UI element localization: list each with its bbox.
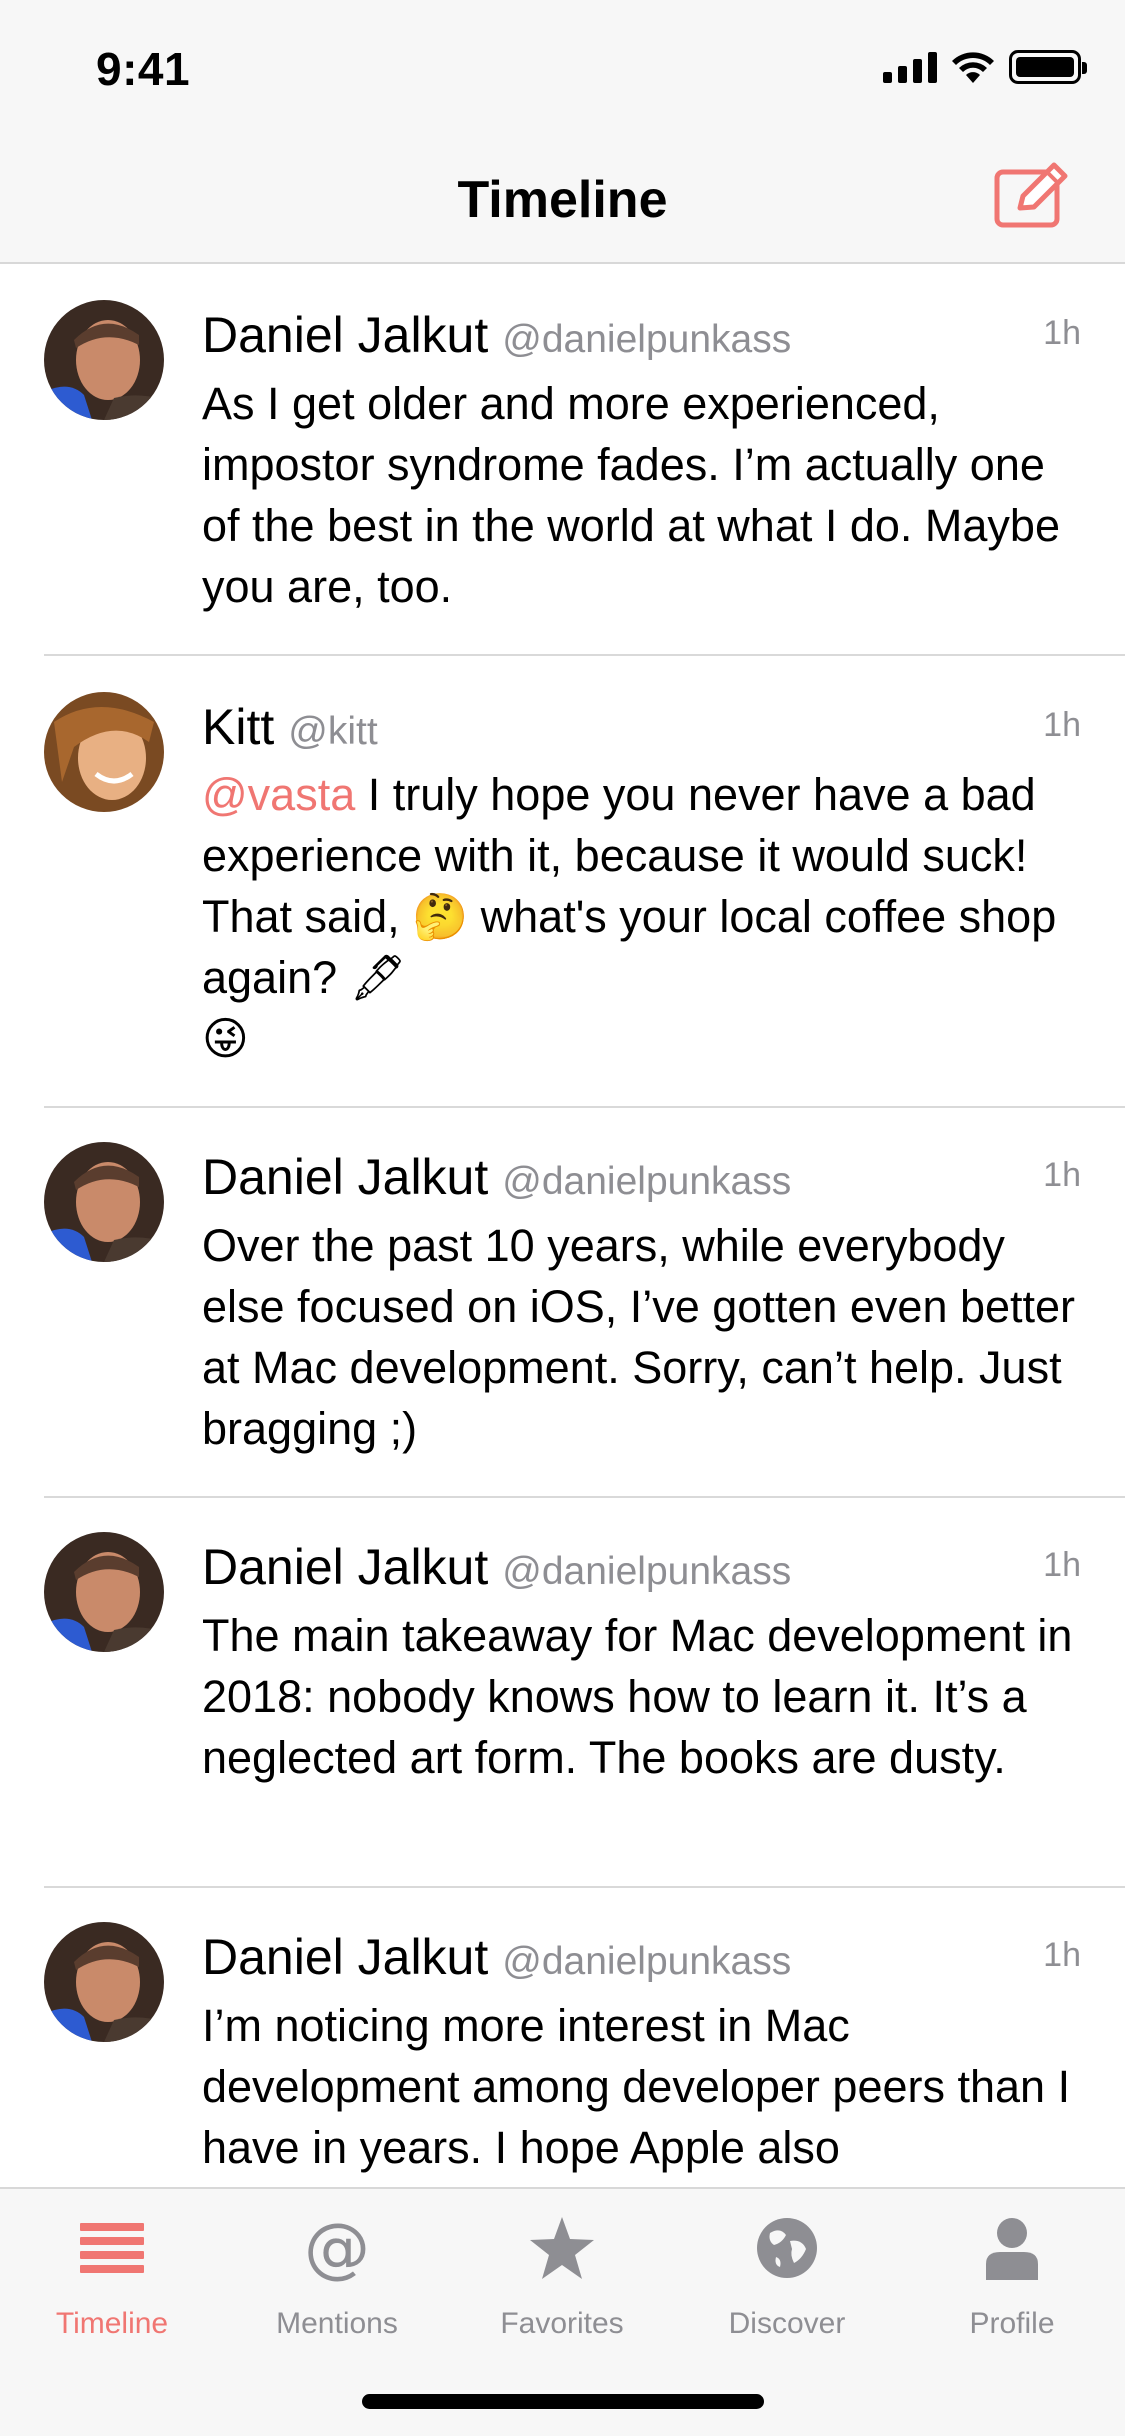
cellular-signal-icon <box>883 51 937 83</box>
status-time: 9:41 <box>96 43 191 95</box>
winking-tongue-emoji: 😜 <box>202 1013 249 1064</box>
wifi-icon <box>952 52 994 83</box>
author-name[interactable]: Daniel Jalkut <box>202 1538 488 1596</box>
tab-label: Timeline <box>55 2307 169 2340</box>
author-name[interactable]: Kitt <box>202 698 274 756</box>
post-time: 1h <box>1043 1546 1081 1584</box>
tab-profile[interactable]: Profile <box>912 2213 1112 2341</box>
fountain-pen-emoji: 🖋 <box>349 952 407 1003</box>
status-icons <box>883 50 1087 84</box>
author-handle[interactable]: @danielpunkass <box>502 1550 791 1594</box>
person-icon <box>977 2213 1047 2283</box>
tab-mentions[interactable]: @ Mentions <box>237 2213 437 2341</box>
home-indicator[interactable] <box>362 2394 764 2409</box>
star-icon <box>527 2213 597 2283</box>
globe-icon <box>752 2213 822 2283</box>
avatar[interactable] <box>44 1532 164 1652</box>
tab-label: Profile <box>969 2307 1055 2340</box>
avatar[interactable] <box>44 300 164 420</box>
timeline-post[interactable]: Kitt @kitt 1h @vasta I truly hope you ne… <box>0 656 1125 1108</box>
tab-label: Mentions <box>276 2307 398 2340</box>
tab-timeline[interactable]: Timeline <box>12 2213 212 2341</box>
tab-favorites[interactable]: Favorites <box>462 2213 662 2341</box>
post-text: I’m noticing more interest in Mac develo… <box>202 2000 1071 2173</box>
timeline-list[interactable]: Daniel Jalkut @danielpunkass 1h As I get… <box>0 266 1125 2187</box>
post-time: 1h <box>1043 1936 1081 1974</box>
author-name[interactable]: Daniel Jalkut <box>202 306 488 364</box>
author-handle[interactable]: @kitt <box>288 710 377 754</box>
post-text: Over the past 10 years, while everybody … <box>202 1220 1076 1454</box>
post-time: 1h <box>1043 314 1081 352</box>
author-handle[interactable]: @danielpunkass <box>502 1160 791 1204</box>
post-text: As I get older and more experienced, imp… <box>202 378 1060 612</box>
battery-icon <box>1009 50 1087 84</box>
thinking-face-emoji: 🤔 <box>412 891 469 942</box>
compose-icon[interactable] <box>994 160 1072 228</box>
post-time: 1h <box>1043 706 1081 744</box>
mention-link[interactable]: @vasta <box>202 769 355 820</box>
page-title: Timeline <box>457 171 668 229</box>
avatar[interactable] <box>44 1142 164 1262</box>
tab-discover[interactable]: Discover <box>687 2213 887 2341</box>
timeline-post[interactable]: Daniel Jalkut @danielpunkass 1h The main… <box>0 1498 1125 1888</box>
tab-label: Favorites <box>500 2307 624 2340</box>
author-handle[interactable]: @danielpunkass <box>502 1940 791 1984</box>
timeline-icon <box>77 2213 147 2283</box>
timeline-post[interactable]: Daniel Jalkut @danielpunkass 1h As I get… <box>0 266 1125 656</box>
post-text: @vasta I truly hope you never have a bad… <box>202 764 1092 1069</box>
post-time: 1h <box>1043 1156 1081 1194</box>
author-name[interactable]: Daniel Jalkut <box>202 1928 488 1986</box>
avatar[interactable] <box>44 1922 164 2042</box>
author-handle[interactable]: @danielpunkass <box>502 318 791 362</box>
tab-label: Discover <box>728 2307 846 2340</box>
avatar[interactable] <box>44 692 164 812</box>
timeline-post[interactable]: Daniel Jalkut @danielpunkass 1h I’m noti… <box>0 1888 1125 2187</box>
timeline-post[interactable]: Daniel Jalkut @danielpunkass 1h Over the… <box>0 1108 1125 1498</box>
at-icon: @ <box>304 2209 370 2286</box>
navigation-bar: 9:41 Timeline <box>0 0 1125 264</box>
author-name[interactable]: Daniel Jalkut <box>202 1148 488 1206</box>
post-text: The main takeaway for Mac development in… <box>202 1610 1073 1783</box>
